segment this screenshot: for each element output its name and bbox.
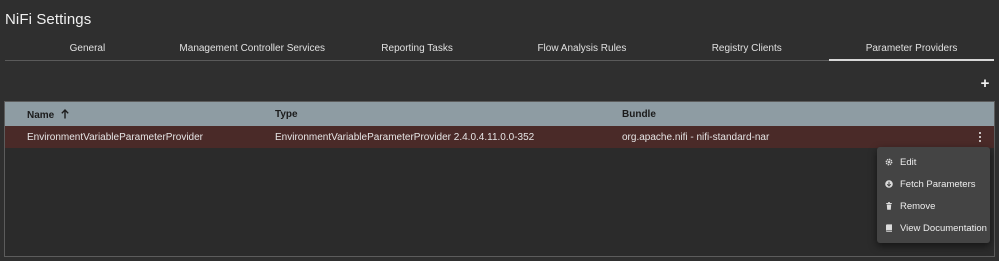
column-header-name[interactable]: Name [27, 108, 69, 121]
menu-item-edit-label: Edit [900, 156, 917, 168]
column-header-name-label: Name [27, 110, 55, 121]
menu-item-remove[interactable]: Remove [877, 195, 990, 217]
menu-item-remove-label: Remove [900, 200, 936, 212]
column-header-type[interactable]: Type [275, 109, 298, 120]
tab-management-controller-services[interactable]: Management Controller Services [170, 37, 335, 61]
menu-item-view-documentation[interactable]: View Documentation [877, 217, 990, 239]
tab-reporting-tasks[interactable]: Reporting Tasks [335, 37, 500, 61]
more-vertical-icon[interactable] [975, 130, 985, 144]
parameter-providers-table: Name Type Bundle EnvironmentVariablePara… [4, 101, 995, 257]
tab-flow-analysis-rules[interactable]: Flow Analysis Rules [499, 37, 664, 61]
column-header-bundle[interactable]: Bundle [622, 109, 656, 120]
table-row[interactable]: EnvironmentVariableParameterProvider Env… [5, 126, 994, 148]
menu-item-edit[interactable]: Edit [877, 151, 990, 173]
settings-tabs: General Management Controller Services R… [5, 37, 994, 61]
row-context-menu: Edit Fetch Parameters Remove View Docume… [877, 147, 990, 243]
tab-registry-clients[interactable]: Registry Clients [664, 37, 829, 61]
tab-parameter-providers[interactable]: Parameter Providers [829, 37, 994, 61]
download-circle-icon [885, 180, 893, 188]
cell-bundle: org.apache.nifi - nifi-standard-nar [622, 132, 770, 143]
cell-type: EnvironmentVariableParameterProvider 2.4… [275, 132, 535, 143]
add-parameter-provider-button[interactable]: + [978, 75, 992, 92]
menu-item-fetch-parameters[interactable]: Fetch Parameters [877, 173, 990, 195]
page-title: NiFi Settings [5, 11, 92, 28]
menu-item-fetch-parameters-label: Fetch Parameters [900, 178, 976, 190]
trash-icon [885, 202, 893, 210]
cell-name: EnvironmentVariableParameterProvider [27, 132, 204, 143]
tab-general[interactable]: General [5, 37, 170, 61]
nifi-settings-page: NiFi Settings General Management Control… [0, 0, 999, 261]
book-icon [885, 224, 893, 232]
table-header: Name Type Bundle [5, 102, 994, 126]
plus-icon: + [980, 75, 990, 92]
arrow-up-icon [61, 108, 69, 119]
gear-icon [885, 158, 893, 166]
menu-item-view-documentation-label: View Documentation [900, 222, 987, 234]
